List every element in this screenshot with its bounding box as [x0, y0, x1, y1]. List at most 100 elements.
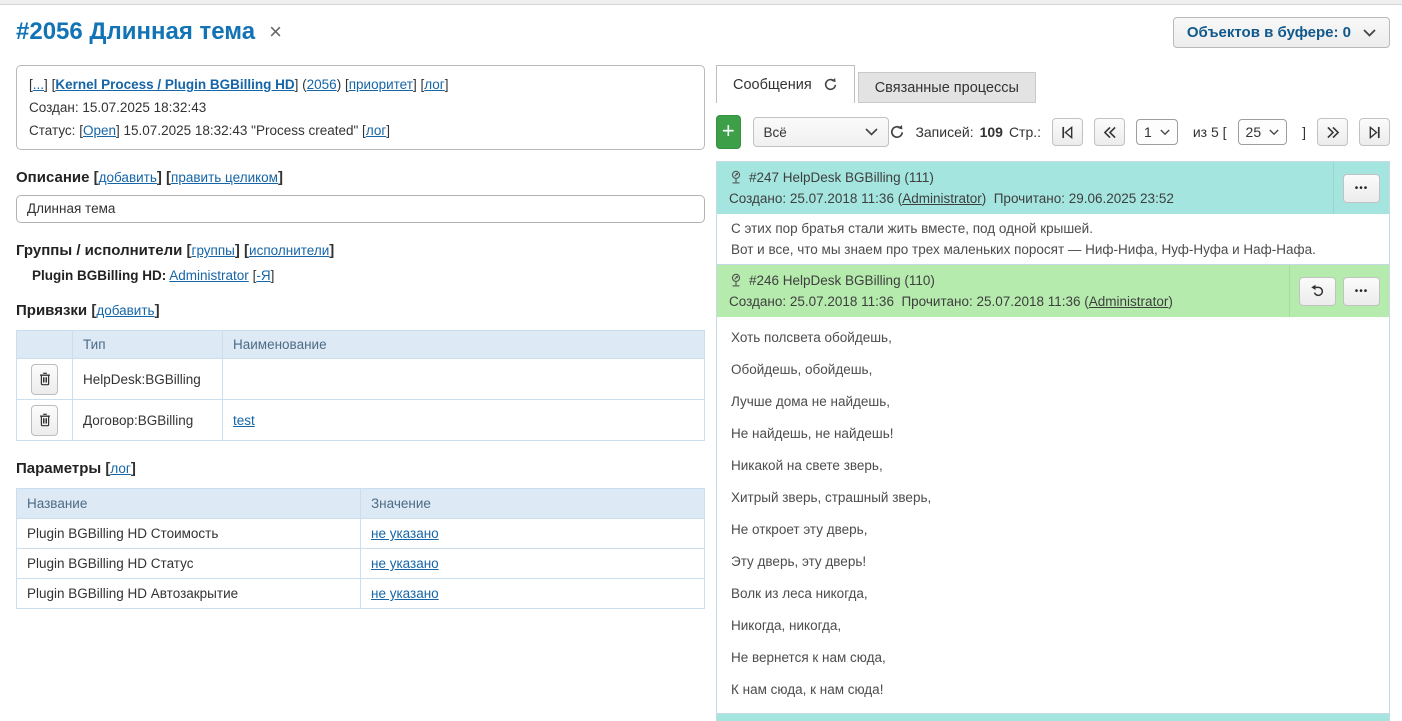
close-icon[interactable]: ×	[269, 21, 282, 43]
messages-panel: Сообщения Связанные процессы + Всё Запис…	[716, 65, 1390, 721]
tab-related-processes[interactable]: Связанные процессы	[858, 72, 1036, 103]
process-links-line: [...] [Kernel Process / Plugin BGBilling…	[29, 73, 692, 96]
author-link[interactable]: Administrator	[902, 191, 982, 206]
message-card: #246 HelpDesk BGBilling (110) Создано: 2…	[716, 264, 1390, 714]
more-actions-button[interactable]: •••	[1343, 174, 1380, 203]
chevron-down-icon	[865, 128, 878, 136]
refresh-icon[interactable]	[889, 124, 905, 140]
description-value[interactable]: Длинная тема	[16, 195, 705, 223]
remove-me-link[interactable]: -Я	[256, 268, 270, 283]
page-number-select[interactable]: 1	[1136, 119, 1178, 145]
publish-icon	[729, 273, 743, 288]
prev-page-icon	[1103, 126, 1117, 139]
binding-type: HelpDesk:BGBilling	[83, 372, 201, 387]
add-message-button[interactable]: +	[716, 115, 741, 149]
reply-button[interactable]	[1299, 277, 1336, 306]
delete-binding-button[interactable]	[31, 405, 58, 436]
next-page-icon	[1326, 126, 1340, 139]
more-actions-button[interactable]: •••	[1343, 277, 1380, 306]
groups-link[interactable]: группы	[192, 243, 235, 258]
page-title: #2056 Длинная тема	[16, 17, 255, 47]
message-line: С этих пор братья стали жить вместе, под…	[731, 218, 1375, 239]
executor-link[interactable]: Administrator	[169, 268, 249, 283]
parameter-name: Plugin BGBilling HD Автозакрытие	[27, 586, 238, 601]
pages-label: Стр.:	[1009, 124, 1041, 140]
message-body: Хоть полсвета обойдешь, Обойдешь, обойдеш…	[717, 317, 1389, 698]
first-page-icon	[1061, 126, 1074, 139]
publish-icon	[729, 170, 743, 185]
message-card: #247 HelpDesk BGBilling (111) Создано: 2…	[716, 161, 1390, 265]
process-type-link[interactable]: Kernel Process / Plugin BGBilling HD	[55, 77, 294, 92]
buffer-button-label: Объектов в буфере: 0	[1187, 24, 1351, 41]
message-line: К нам сюда, к нам сюда!	[731, 681, 1375, 698]
dots-link[interactable]: ...	[33, 77, 44, 92]
status-text: 15.07.2025 18:32:43 "Process created"	[124, 123, 359, 138]
parameter-value-link[interactable]: не указано	[371, 586, 439, 601]
message-line: Не найдешь, не найдешь!	[731, 425, 1375, 442]
message-filter-select[interactable]: Всё	[753, 117, 890, 147]
bindings-col-type: Тип	[73, 331, 223, 359]
next-message-peek[interactable]	[716, 713, 1390, 721]
more-icon: •••	[1355, 286, 1369, 297]
description-edit-link[interactable]: править целиком	[171, 170, 278, 185]
parameter-value-link[interactable]: не указано	[371, 526, 439, 541]
trash-icon	[39, 372, 51, 386]
author-link[interactable]: Administrator	[1089, 294, 1169, 309]
message-header: #246 HelpDesk BGBilling (110) Создано: 2…	[717, 265, 1389, 317]
description-add-link[interactable]: добавить	[99, 170, 157, 185]
chevron-down-icon	[1269, 129, 1279, 136]
first-page-button[interactable]	[1052, 118, 1083, 146]
log-link[interactable]: лог	[424, 77, 444, 92]
bindings-col-actions	[17, 331, 73, 359]
message-actions: •••	[1289, 265, 1389, 317]
message-line: Не откроет эту дверь,	[731, 521, 1375, 538]
bindings-add-link[interactable]: добавить	[96, 303, 154, 318]
parameters-table: Название Значение Plugin BGBilling HD Ст…	[16, 488, 705, 609]
parameter-value-link[interactable]: не указано	[371, 556, 439, 571]
parameters-col-value: Значение	[361, 489, 705, 519]
buffer-button[interactable]: Объектов в буфере: 0	[1173, 17, 1390, 48]
message-list: #247 HelpDesk BGBilling (111) Создано: 2…	[716, 161, 1390, 714]
message-actions: •••	[1333, 162, 1389, 214]
process-details-panel: [...] [Kernel Process / Plugin BGBilling…	[16, 65, 705, 609]
message-line: Лучше дома не найдешь,	[731, 393, 1375, 410]
next-page-button[interactable]	[1317, 118, 1348, 146]
refresh-icon[interactable]	[823, 77, 838, 92]
message-line: Обойдешь, обойдешь,	[731, 361, 1375, 378]
delete-binding-button[interactable]	[31, 364, 58, 395]
last-page-button[interactable]	[1359, 118, 1390, 146]
tab-messages[interactable]: Сообщения	[716, 65, 855, 103]
priority-link[interactable]: приоритет	[349, 77, 413, 92]
message-id: #247 HelpDesk BGBilling (111)	[749, 167, 934, 188]
message-header: #247 HelpDesk BGBilling (111) Создано: 2…	[717, 162, 1389, 214]
group-label: Plugin BGBilling HD:	[32, 268, 166, 283]
process-id-link[interactable]: 2056	[307, 77, 337, 92]
header-row: #2056 Длинная тема × Объектов в буфере: …	[0, 5, 1402, 53]
status-open-link[interactable]: Open	[83, 123, 116, 138]
status-line: Статус: [Open] 15.07.2025 18:32:43 "Proc…	[29, 119, 692, 142]
message-line: Никогда, никогда,	[731, 617, 1375, 634]
bindings-col-name: Наименование	[223, 331, 705, 359]
binding-name-link[interactable]: test	[233, 413, 255, 428]
description-heading: Описание [добавить] [править целиком]	[16, 169, 705, 186]
parameters-col-name: Название	[17, 489, 361, 519]
groups-heading: Группы / исполнители [группы] [исполните…	[16, 242, 705, 259]
chevron-down-icon	[1363, 29, 1376, 37]
created-line: Создан: 15.07.2025 18:32:43	[29, 96, 692, 119]
prev-page-button[interactable]	[1094, 118, 1125, 146]
more-icon: •••	[1355, 183, 1369, 194]
message-meta: Создано: 25.07.2018 11:36 Прочитано: 25.…	[729, 291, 1279, 312]
executors-link[interactable]: исполнители	[249, 243, 329, 258]
last-page-icon	[1368, 126, 1381, 139]
message-meta: Создано: 25.07.2018 11:36 (Administrator…	[729, 188, 1323, 209]
message-body: С этих пор братья стали жить вместе, под…	[717, 214, 1389, 264]
page-size-select[interactable]: 25	[1238, 119, 1288, 145]
pagination: Записей: 109 Стр.: 1 из 5 [ 25 ]	[889, 118, 1390, 146]
message-line: Хоть полсвета обойдешь,	[731, 329, 1375, 346]
parameters-log-link[interactable]: лог	[110, 461, 130, 476]
message-filter-value: Всё	[764, 125, 787, 140]
message-line: Хитрый зверь, страшный зверь,	[731, 489, 1375, 506]
bindings-heading: Привязки [добавить]	[16, 302, 705, 319]
messages-toolbar: + Всё Записей: 109 Стр.: 1	[716, 115, 1390, 149]
status-log-link[interactable]: лог	[366, 123, 386, 138]
